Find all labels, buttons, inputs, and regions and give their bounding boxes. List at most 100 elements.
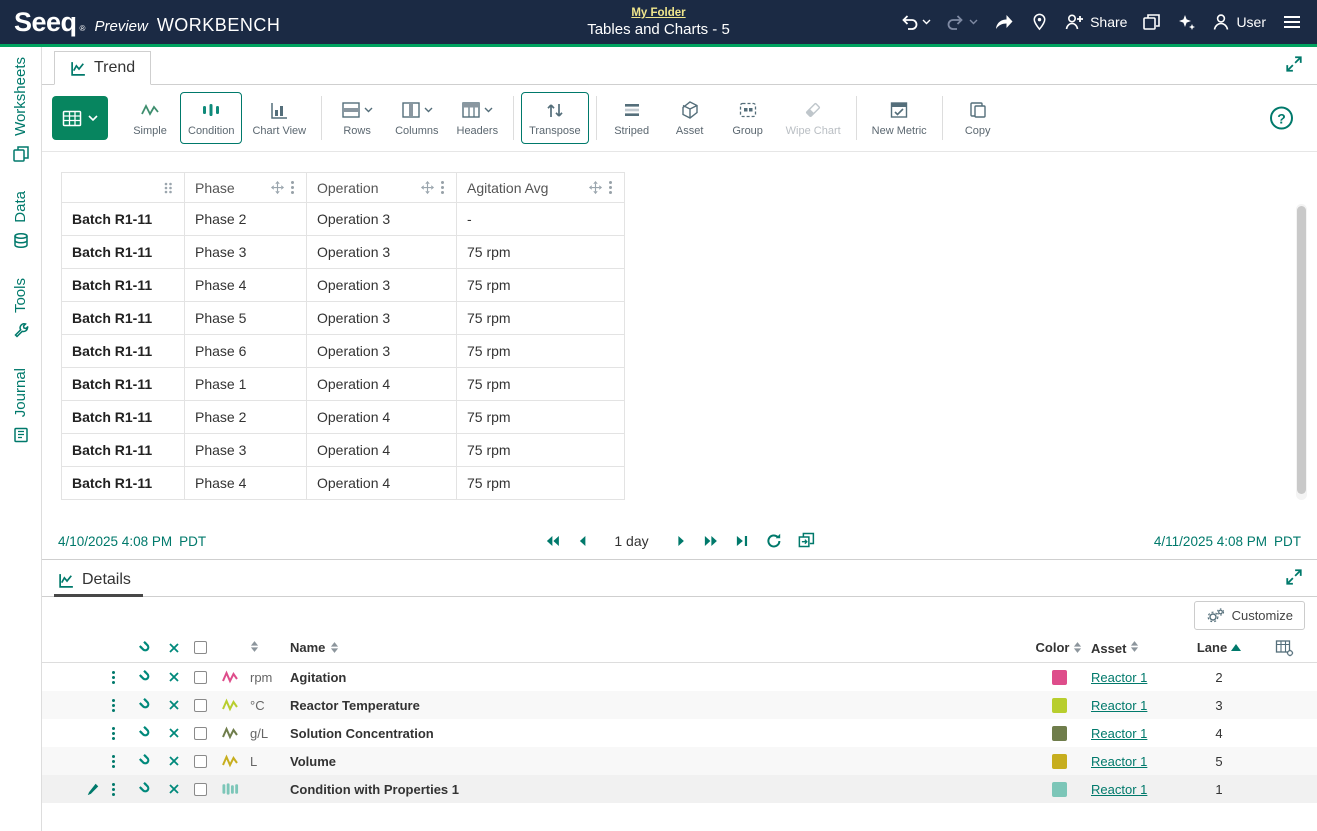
range-start[interactable]: 4/10/2025 4:08 PMPDT [58, 534, 206, 549]
color-swatch[interactable] [1052, 670, 1067, 685]
column-header-phase[interactable]: Phase [185, 173, 307, 203]
worksheets-panel-button[interactable] [1142, 12, 1162, 32]
range-end[interactable]: 4/11/2025 4:08 PMPDT [1154, 534, 1301, 549]
toolbar-button-copy[interactable]: Copy [950, 92, 1006, 144]
color-column-header[interactable]: Color [1027, 640, 1091, 655]
toolbar-button-columns[interactable]: Columns [387, 92, 446, 144]
sidebar-item-data[interactable]: Data [12, 191, 30, 250]
column-menu-icon[interactable] [289, 179, 296, 196]
magnet-button[interactable] [138, 725, 168, 741]
item-name[interactable]: Reactor Temperature [290, 698, 1027, 713]
column-header-agitation-avg[interactable]: Agitation Avg [457, 173, 625, 203]
undo-button[interactable] [899, 12, 931, 32]
toolbar-button-group[interactable]: Group [720, 92, 776, 144]
edit-item-button[interactable] [86, 782, 110, 796]
maximize-details-button[interactable] [1285, 568, 1303, 589]
move-column-icon[interactable] [420, 180, 435, 195]
row-menu-button[interactable] [110, 669, 138, 686]
column-header-operation[interactable]: Operation [307, 173, 457, 203]
customize-button[interactable]: Customize [1194, 601, 1305, 630]
forward-history-button[interactable] [993, 12, 1015, 32]
tab-details[interactable]: Details [54, 564, 143, 597]
toolbar-button-headers[interactable]: Headers [449, 92, 507, 144]
sidebar-item-tools[interactable]: Tools [12, 278, 30, 340]
magnet-button[interactable] [138, 781, 168, 797]
magnet-button[interactable] [138, 669, 168, 685]
table-view-button[interactable] [52, 96, 108, 140]
row-menu-button[interactable] [110, 725, 138, 742]
share-button[interactable]: Share [1064, 12, 1127, 32]
magnet-button[interactable] [138, 753, 168, 769]
seeq-logo[interactable]: Seeq® Preview WORKBENCH [14, 9, 280, 36]
toolbar-button-transpose[interactable]: Transpose [521, 92, 589, 144]
item-name[interactable]: Solution Concentration [290, 726, 1027, 741]
row-checkbox[interactable] [194, 727, 222, 740]
table-settings-button[interactable] [1251, 639, 1317, 657]
sidebar-item-journal[interactable]: Journal [12, 368, 30, 444]
select-all-checkbox[interactable] [194, 641, 222, 654]
drag-handle-icon[interactable] [162, 181, 174, 195]
select-all-magnet[interactable] [138, 640, 168, 656]
help-button[interactable]: ? [1270, 107, 1293, 130]
column-header-batch[interactable] [62, 173, 185, 203]
column-menu-icon[interactable] [607, 179, 614, 196]
location-button[interactable] [1030, 12, 1049, 32]
asset-link[interactable]: Reactor 1 [1091, 670, 1147, 685]
remove-all-button[interactable] [168, 642, 194, 654]
toolbar-button-asset[interactable]: Asset [662, 92, 718, 144]
toolbar-button-new-metric[interactable]: New Metric [864, 92, 935, 144]
toolbar-button-wipe-chart[interactable]: Wipe Chart [778, 92, 849, 144]
item-name[interactable]: Agitation [290, 670, 1027, 685]
row-menu-button[interactable] [110, 697, 138, 714]
step-back-icon[interactable] [575, 533, 587, 549]
color-swatch[interactable] [1052, 726, 1067, 741]
step-forward-full-icon[interactable] [703, 533, 720, 549]
move-column-icon[interactable] [588, 180, 603, 195]
duration-label[interactable]: 1 day [614, 533, 648, 549]
toolbar-button-chart-view[interactable]: Chart View [244, 92, 314, 144]
color-swatch[interactable] [1052, 754, 1067, 769]
asset-link[interactable]: Reactor 1 [1091, 726, 1147, 741]
asset-link[interactable]: Reactor 1 [1091, 754, 1147, 769]
tab-trend[interactable]: Trend [54, 51, 151, 85]
asset-link[interactable]: Reactor 1 [1091, 698, 1147, 713]
redo-button[interactable] [946, 12, 978, 32]
row-checkbox[interactable] [194, 671, 222, 684]
row-checkbox[interactable] [194, 699, 222, 712]
worksheet-title[interactable]: Tables and Charts - 5 [587, 21, 730, 38]
item-name[interactable]: Volume [290, 754, 1027, 769]
remove-item-button[interactable] [168, 671, 194, 683]
toolbar-button-condition[interactable]: Condition [180, 92, 242, 144]
sidebar-item-worksheets[interactable]: Worksheets [12, 57, 30, 163]
color-swatch[interactable] [1052, 698, 1067, 713]
maximize-trend-button[interactable] [1285, 55, 1303, 76]
color-swatch[interactable] [1052, 782, 1067, 797]
item-name[interactable]: Condition with Properties 1 [290, 782, 1027, 797]
unit-sort[interactable] [250, 640, 290, 656]
remove-item-button[interactable] [168, 699, 194, 711]
toolbar-button-simple[interactable]: Simple [122, 92, 178, 144]
column-menu-icon[interactable] [439, 179, 446, 196]
user-menu-button[interactable]: User [1211, 12, 1266, 32]
toolbar-button-rows[interactable]: Rows [329, 92, 385, 144]
step-back-full-icon[interactable] [543, 533, 560, 549]
name-column-header[interactable]: Name [290, 640, 1027, 655]
magnet-button[interactable] [138, 697, 168, 713]
row-menu-button[interactable] [110, 753, 138, 770]
main-menu-button[interactable] [1281, 12, 1303, 32]
jump-to-end-icon[interactable] [735, 533, 750, 549]
row-menu-button[interactable] [110, 781, 138, 798]
remove-item-button[interactable] [168, 727, 194, 739]
scrollbar-thumb[interactable] [1297, 206, 1306, 494]
asset-link[interactable]: Reactor 1 [1091, 782, 1147, 797]
move-column-icon[interactable] [270, 180, 285, 195]
asset-column-header[interactable]: Asset [1091, 640, 1187, 656]
lane-column-header[interactable]: Lane [1187, 640, 1251, 655]
ai-assistant-button[interactable] [1177, 13, 1196, 32]
row-checkbox[interactable] [194, 783, 222, 796]
copy-range-icon[interactable] [798, 532, 816, 550]
vertical-scrollbar[interactable] [1296, 204, 1307, 500]
remove-item-button[interactable] [168, 783, 194, 795]
row-checkbox[interactable] [194, 755, 222, 768]
refresh-icon[interactable] [765, 532, 783, 550]
